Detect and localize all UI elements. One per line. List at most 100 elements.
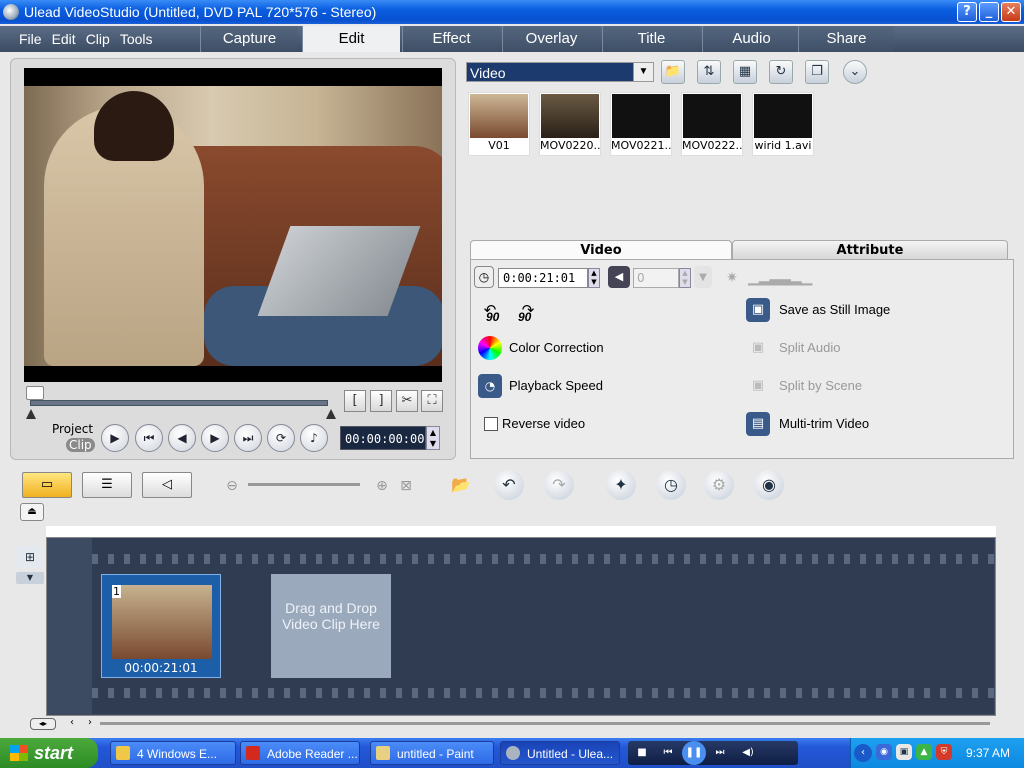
clock[interactable]: 9:37 AM [966,738,1010,768]
timeline-view-button[interactable]: ☰ [82,472,132,498]
tray-update-icon[interactable]: ▲ [916,744,932,760]
scroll-left-icon[interactable]: ‹ [66,716,78,730]
enlarge-preview-button[interactable]: ⛶ [421,390,443,412]
tray-app-icon[interactable]: ◉ [876,744,892,760]
undo-button[interactable]: ↶ [494,470,524,500]
trim-bar[interactable] [30,400,328,406]
redo-button[interactable]: ↷ [544,470,574,500]
mode-clip-label[interactable]: Clip [66,438,95,452]
step-effect[interactable]: Effect [402,26,500,52]
mark-out-button[interactable]: ] [370,390,392,412]
timeline-scrollbar[interactable] [100,722,990,725]
step-title[interactable]: Title [602,26,700,52]
next-frame-button[interactable]: ▶ [201,424,229,452]
speedometer-icon[interactable]: ◔ [478,374,502,398]
home-button[interactable]: ⏮ [135,424,163,452]
library-thumb[interactable]: MOV0222... [681,92,743,156]
menu-edit[interactable]: Edit [47,26,81,52]
film-icon[interactable]: ▤ [746,412,770,436]
previous-icon[interactable]: ⏮ [658,743,678,763]
drop-zone[interactable]: Drag and Drop Video Clip Here [271,574,391,678]
timecode-display[interactable]: 00:00:00:00 [340,426,426,450]
library-category-select[interactable]: Video ▼ [466,62,654,82]
tab-video[interactable]: Video [470,240,732,260]
library-thumb[interactable]: wirid 1.avi [752,92,814,156]
play-button[interactable]: ▶ [101,424,129,452]
trim-start-marker[interactable] [26,409,36,419]
playback-speed-button[interactable]: Playback Speed [509,378,603,393]
previous-frame-button[interactable]: ◀ [168,424,196,452]
tab-attribute[interactable]: Attribute [732,240,1008,260]
camera-icon[interactable]: ▣ [746,298,770,322]
volume-spinner[interactable]: ▲ ▼ [679,268,691,288]
timeline-options-icon[interactable]: ◂▸ [30,718,56,730]
insert-media-button[interactable]: 📂 [446,470,476,500]
storyboard-view-button[interactable]: ▭ [22,472,72,498]
timeline-clip[interactable]: 1 00:00:21:01 [101,574,221,678]
cut-clip-button[interactable]: ✂ [396,390,418,412]
multi-trim-button[interactable]: Multi-trim Video [779,416,869,431]
split-scene-button[interactable]: Split by Scene [779,378,862,393]
trim-end-marker[interactable] [326,409,336,419]
step-overlay[interactable]: Overlay [502,26,600,52]
taskbar-item-explorer[interactable]: 4 Windows E... [110,741,236,765]
library-manager-button[interactable]: ▦ [733,60,757,84]
end-button[interactable]: ⏭ [234,424,262,452]
help-button[interactable]: ? [957,2,977,22]
minimize-button[interactable]: _ [979,2,999,22]
speaker-icon[interactable]: ◀ [608,266,630,288]
zoom-out-icon[interactable]: ⊖ [220,474,244,498]
batch-convert-button[interactable]: ◷ [656,470,686,500]
zoom-in-icon[interactable]: ⊕ [370,474,394,498]
timeline-ruler[interactable] [46,526,996,538]
volume-field[interactable]: 0 [633,268,679,288]
duration-spinner[interactable]: ▲ ▼ [588,268,600,288]
step-share[interactable]: Share [798,26,894,52]
save-still-button[interactable]: Save as Still Image [779,302,890,317]
chevron-down-icon[interactable]: ▼ [633,63,653,81]
rotate-library-button[interactable]: ↻ [769,60,793,84]
stop-icon[interactable]: ■ [632,743,652,763]
step-audio[interactable]: Audio [702,26,800,52]
color-correction-button[interactable]: Color Correction [509,340,604,355]
taskbar-item-videostudio[interactable]: Untitled - Ulea... [500,741,620,765]
media-player-toolbar[interactable]: ■ ⏮ ❚❚ ⏭ ◀) [628,741,798,765]
taskbar-item-adobe[interactable]: Adobe Reader ... [240,741,360,765]
reverse-video-checkbox[interactable] [484,417,498,431]
menu-clip[interactable]: Clip [81,26,115,52]
expand-library-button[interactable]: ⌄ [843,60,867,84]
menu-tools[interactable]: Tools [115,26,158,52]
volume-button[interactable]: ♪ [300,424,328,452]
duration-field[interactable]: 0:00:21:01 [498,268,588,288]
mode-project-label[interactable]: Project [52,422,93,436]
track-manager-icon[interactable]: ⊞ [16,546,44,568]
sort-button[interactable]: ⇅ [697,60,721,84]
volume-dropdown-icon[interactable]: ▼ [694,266,712,288]
chevron-down-icon[interactable]: ▼ [16,572,44,584]
timecode-spinner[interactable]: ▲ ▼ [426,426,440,450]
pause-icon[interactable]: ❚❚ [682,741,706,765]
menu-file[interactable]: File [14,26,47,52]
mark-in-button[interactable]: [ [344,390,366,412]
split-audio-button[interactable]: Split Audio [779,340,840,355]
step-edit[interactable]: Edit [302,26,400,52]
mix-audio-button[interactable]: ⚙ [704,470,734,500]
tray-security-icon[interactable]: ⛨ [936,744,952,760]
tray-left-icon[interactable]: ‹ [854,744,872,762]
next-icon[interactable]: ⏭ [710,743,730,763]
eject-icon[interactable]: ⏏ [20,503,44,521]
library-thumb[interactable]: MOV0220... [539,92,601,156]
step-capture[interactable]: Capture [200,26,298,52]
open-folder-button[interactable]: 📁 [661,60,685,84]
taskbar-item-paint[interactable]: untitled - Paint [370,741,494,765]
scrubber-handle[interactable] [26,386,44,400]
volume-icon[interactable]: ◀) [738,743,758,763]
audio-view-button[interactable]: ◁ [142,472,192,498]
close-button[interactable]: ✕ [1001,2,1021,22]
tray-network-icon[interactable]: ▣ [896,744,912,760]
surround-button[interactable]: ◉ [754,470,784,500]
repeat-button[interactable]: ⟳ [267,424,295,452]
zoom-slider[interactable] [248,483,360,486]
fit-project-icon[interactable]: ⊠ [394,474,418,498]
add-to-library-button[interactable]: ❐ [805,60,829,84]
